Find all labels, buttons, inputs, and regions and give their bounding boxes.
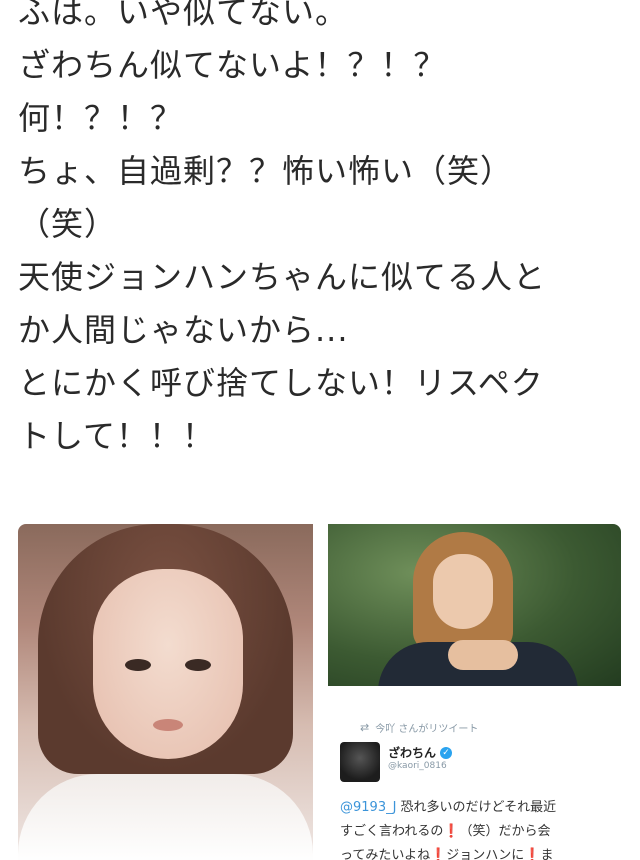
photo-heart-hands: [448, 640, 518, 670]
tweet-line: とにかく呼び捨てしない！リスペク: [18, 364, 544, 402]
avatar[interactable]: [340, 742, 380, 782]
retweet-label: 今吖 さんがリツイート: [375, 723, 479, 735]
verified-icon: ✓: [440, 746, 453, 759]
display-name[interactable]: ざわちん ✓: [388, 744, 453, 761]
mention-link[interactable]: @9193_J: [340, 800, 396, 815]
tweet-line: 何！？！？: [18, 99, 184, 137]
photo-eye-right: [185, 659, 211, 671]
embedded-text: （笑）だから会: [459, 824, 551, 839]
display-name-text: ざわちん: [388, 746, 437, 760]
photo-shirt: [18, 774, 313, 860]
embedded-text: ってみたいよね: [340, 848, 431, 860]
embedded-tweet-screenshot[interactable]: ⇄ 今吖 さんがリツイート ざわちん ✓ @kaori_0816 @9193_J…: [328, 700, 621, 860]
photo-lips: [153, 719, 183, 731]
embedded-text: ジョンハンに: [446, 848, 525, 860]
tweet-line: ちょ、自過剰？？怖い怖い（笑）: [18, 152, 514, 190]
idol-photo[interactable]: [328, 524, 621, 686]
exclamation-icon: ❗: [443, 824, 460, 839]
photo-eye-left: [125, 659, 151, 671]
embedded-line: すごく言われるの❗（笑）だから会: [340, 820, 615, 844]
user-handle[interactable]: @kaori_0816: [388, 761, 447, 771]
photo-face: [433, 554, 493, 629]
tweet-text: ふは。いや似てない。 ざわちん似てないよ！？！？ 何！？！？ ちょ、自過剰？？怖…: [18, 0, 628, 463]
embedded-line: @9193_J 恐れ多いのだけどそれ最近: [340, 796, 615, 820]
tweet-line: か人間じゃないから...: [18, 311, 349, 349]
photo-face: [93, 569, 243, 759]
tweet-line: 天使ジョンハンちゃんに似てる人と: [18, 258, 547, 296]
retweet-icon: ⇄: [360, 720, 370, 734]
embedded-text: すごく言われるの: [340, 824, 444, 839]
embedded-text: ま: [540, 848, 554, 860]
exclamation-icon: ❗: [430, 848, 447, 860]
tweet-line: トして！！！: [18, 417, 216, 455]
selfie-photo[interactable]: [18, 524, 313, 860]
tweet-line: ふは。いや似てない。: [18, 0, 349, 31]
embedded-tweet-body: @9193_J 恐れ多いのだけどそれ最近 すごく言われるの❗（笑）だから会 って…: [340, 796, 615, 860]
retweet-row: ⇄ 今吖 さんがリツイート: [360, 720, 479, 735]
exclamation-icon: ❗: [524, 848, 541, 860]
embedded-line: ってみたいよね❗ジョンハンに❗ま: [340, 844, 615, 860]
tweet-line: （笑）: [18, 205, 118, 243]
tweet-line: ざわちん似てないよ！？！？: [18, 46, 447, 84]
embedded-text: 恐れ多いのだけどそれ最近: [396, 800, 557, 815]
